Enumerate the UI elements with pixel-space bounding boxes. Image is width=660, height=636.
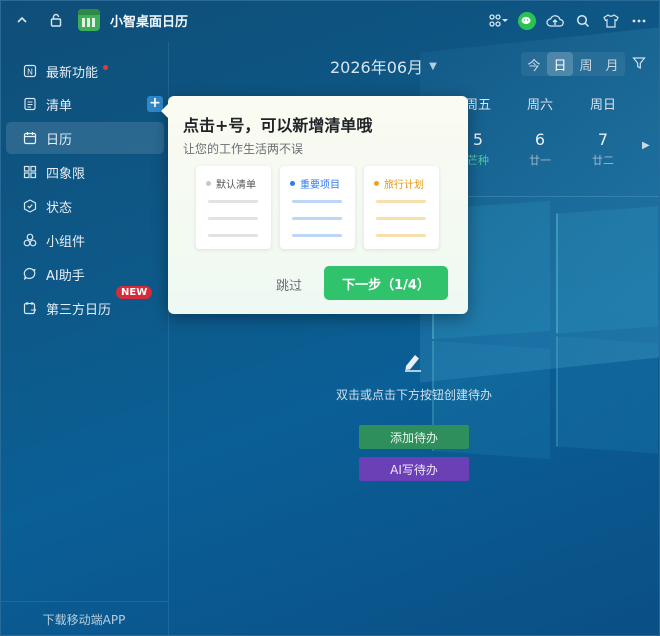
window-border bbox=[0, 0, 660, 636]
